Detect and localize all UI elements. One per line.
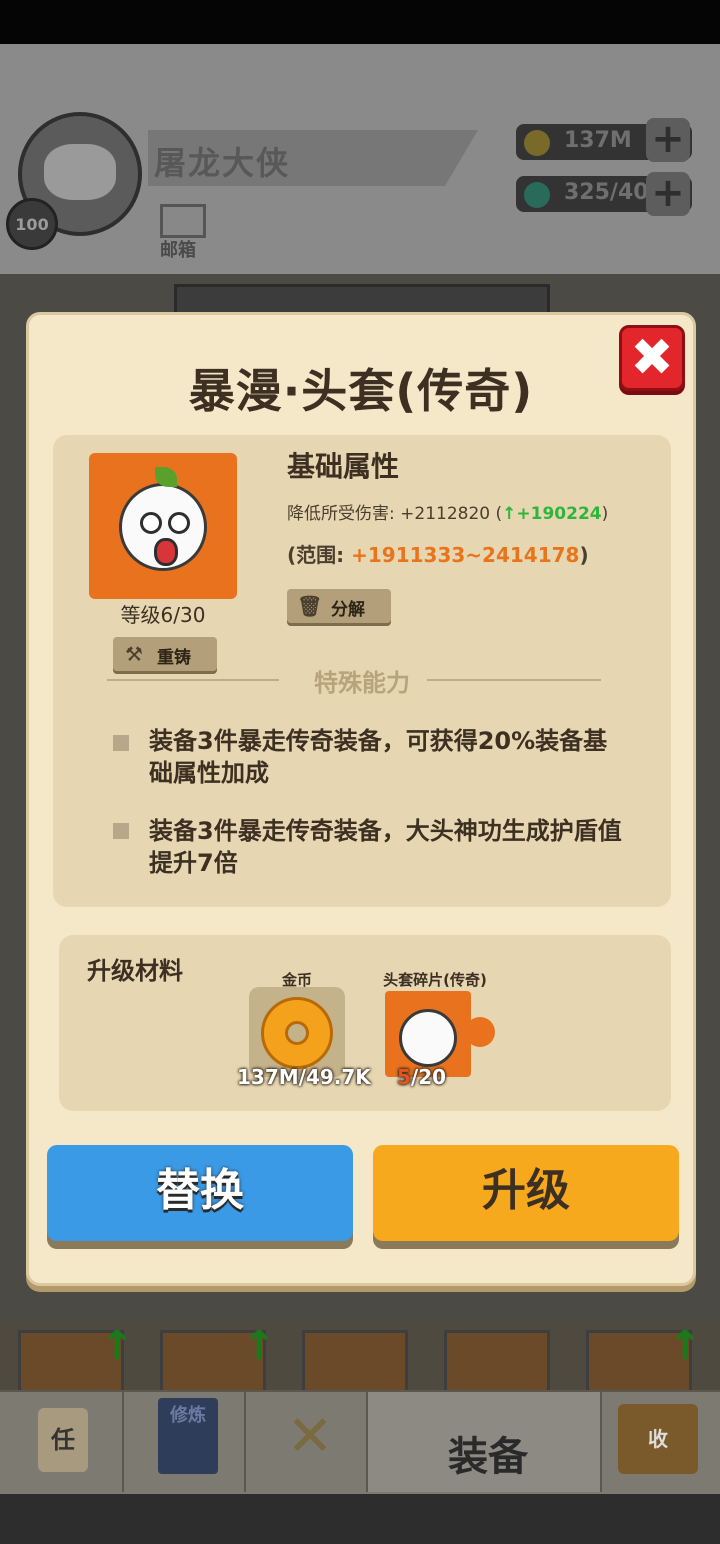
gold-material-slot[interactable] <box>249 987 345 1077</box>
status-bar <box>0 0 720 44</box>
base-attributes-heading: 基础属性 <box>287 450 400 483</box>
range-close: ) <box>579 543 589 567</box>
fragment-material-count: 5/20 <box>397 1065 446 1089</box>
nav-item-collect[interactable]: 收 <box>602 1392 720 1492</box>
damage-reduction-stat: 降低所受伤害: +2112820 (↑+190224) <box>287 504 609 524</box>
material-label: 头套碎片(传奇) <box>383 971 487 989</box>
upgrade-button[interactable]: 升级 <box>373 1145 679 1241</box>
ability-text: 装备3件暴走传奇装备，可获得20%装备基础属性加成 <box>149 727 608 787</box>
nav-item-cultivation[interactable]: 修炼 <box>124 1392 244 1492</box>
mouth-icon <box>154 538 178 566</box>
add-gem-button[interactable]: + <box>646 172 690 216</box>
upgrade-arrow-icon: ↑ <box>668 1323 702 1369</box>
gem-icon <box>524 182 550 208</box>
upgrade-materials-panel: 升级材料 金币 137M/49.7K 头套碎片(传奇) 5/20 <box>59 935 671 1111</box>
stat-name: 降低所受伤害: <box>287 504 395 524</box>
mail-label[interactable]: 邮箱 <box>160 236 196 262</box>
coin-hole <box>285 1021 309 1045</box>
nav-item-battle[interactable]: ✕ <box>246 1392 366 1492</box>
close-button[interactable]: ✖ <box>619 325 685 391</box>
fragment-face <box>399 1009 457 1067</box>
rage-comic-hood-icon[interactable] <box>89 453 237 599</box>
gold-amount: 137M <box>564 128 632 153</box>
decompose-label: 分解 <box>331 600 365 620</box>
gem-amount: 325/40 <box>564 180 649 205</box>
upgrade-arrow-icon: ↑ <box>242 1323 276 1369</box>
stat-value: +2112820 <box>400 504 491 524</box>
attribute-panel: 等级6/30 ⚒ 重铸 基础属性 降低所受伤害: +2112820 (↑+190… <box>53 435 671 907</box>
close-x-icon: ✖ <box>630 328 674 388</box>
eye-icon <box>140 512 162 534</box>
decompose-button[interactable]: 🗑 分解 <box>287 589 391 623</box>
range-value: +1911333~2414178 <box>351 543 580 567</box>
stat-delta: +190224 <box>516 504 602 524</box>
hammer-icon: ⚒ <box>125 642 143 666</box>
item-face <box>119 483 207 571</box>
player-level-badge: 100 <box>6 198 58 250</box>
materials-heading: 升级材料 <box>87 957 183 985</box>
crossed-swords-icon: ✕ <box>286 1404 334 1469</box>
fragment-have: 5 <box>397 1065 411 1089</box>
stat-range: (范围: +1911333~2414178) <box>287 539 589 568</box>
collection-hut-icon: 收 <box>618 1404 698 1474</box>
replace-button[interactable]: 替换 <box>47 1145 353 1241</box>
nav-item-task[interactable]: 任 <box>0 1392 120 1492</box>
mail-icon[interactable] <box>160 204 206 238</box>
eye-icon <box>168 512 190 534</box>
task-scroll-icon: 任 <box>38 1408 88 1472</box>
gold-coin-icon <box>524 130 550 156</box>
gold-coin-icon <box>261 997 333 1069</box>
upgrade-arrow-icon: ↑ <box>100 1323 134 1369</box>
avatar-face-icon <box>44 144 116 200</box>
gold-material-count: 137M/49.7K <box>237 1065 371 1089</box>
item-level: 等级6/30 <box>120 603 206 627</box>
gesture-bar <box>0 1494 720 1544</box>
equipment-detail-modal: 暴漫·头套(传奇) ✖ 等级6/30 ⚒ 重铸 基础属性 降低所受伤害: +21… <box>26 312 696 1286</box>
up-arrow-icon: ↑ <box>502 504 517 524</box>
modal-title: 暴漫·头套(传奇) <box>188 364 534 418</box>
divider <box>427 679 601 681</box>
bullet-icon <box>113 735 129 751</box>
bullet-icon <box>113 823 129 839</box>
add-gold-button[interactable]: + <box>646 118 690 162</box>
cultivation-book-icon: 修炼 <box>158 1398 218 1474</box>
ability-text: 装备3件暴走传奇装备，大头神功生成护盾值提升7倍 <box>149 817 622 877</box>
fragment-need: /20 <box>410 1065 447 1089</box>
player-name: 屠龙大侠 <box>154 144 291 182</box>
trash-icon: 🗑 <box>297 594 323 618</box>
range-label: (范围: <box>287 543 352 567</box>
nav-equipment-label: 装备 <box>448 1434 528 1480</box>
